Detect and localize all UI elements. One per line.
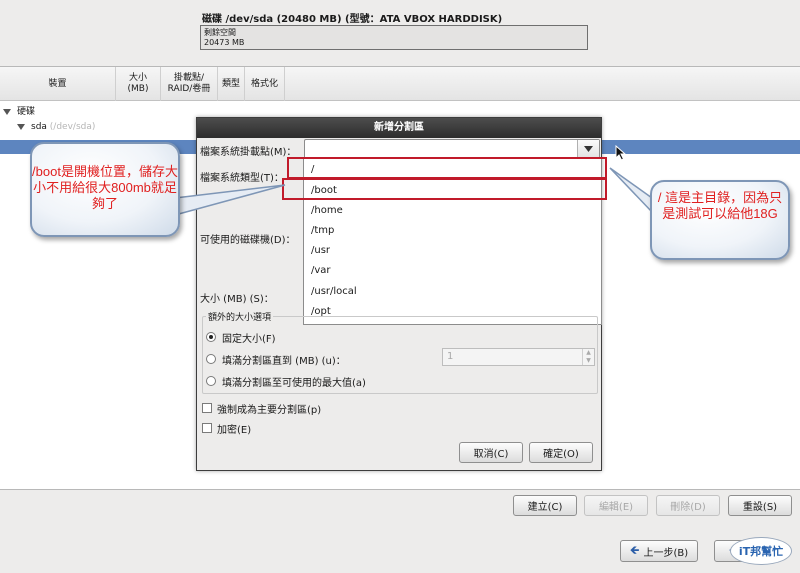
callout-root-note: / 這是主目錄，因為只是測試可以給他18G: [650, 180, 790, 260]
callout-right-pointer: [609, 167, 653, 214]
callout-pointers: [174, 167, 653, 216]
callout-left-pointer: [174, 184, 286, 216]
callout-boot-note: /boot是開機位置，儲存大小不用給很大800mb就足夠了: [30, 142, 180, 237]
